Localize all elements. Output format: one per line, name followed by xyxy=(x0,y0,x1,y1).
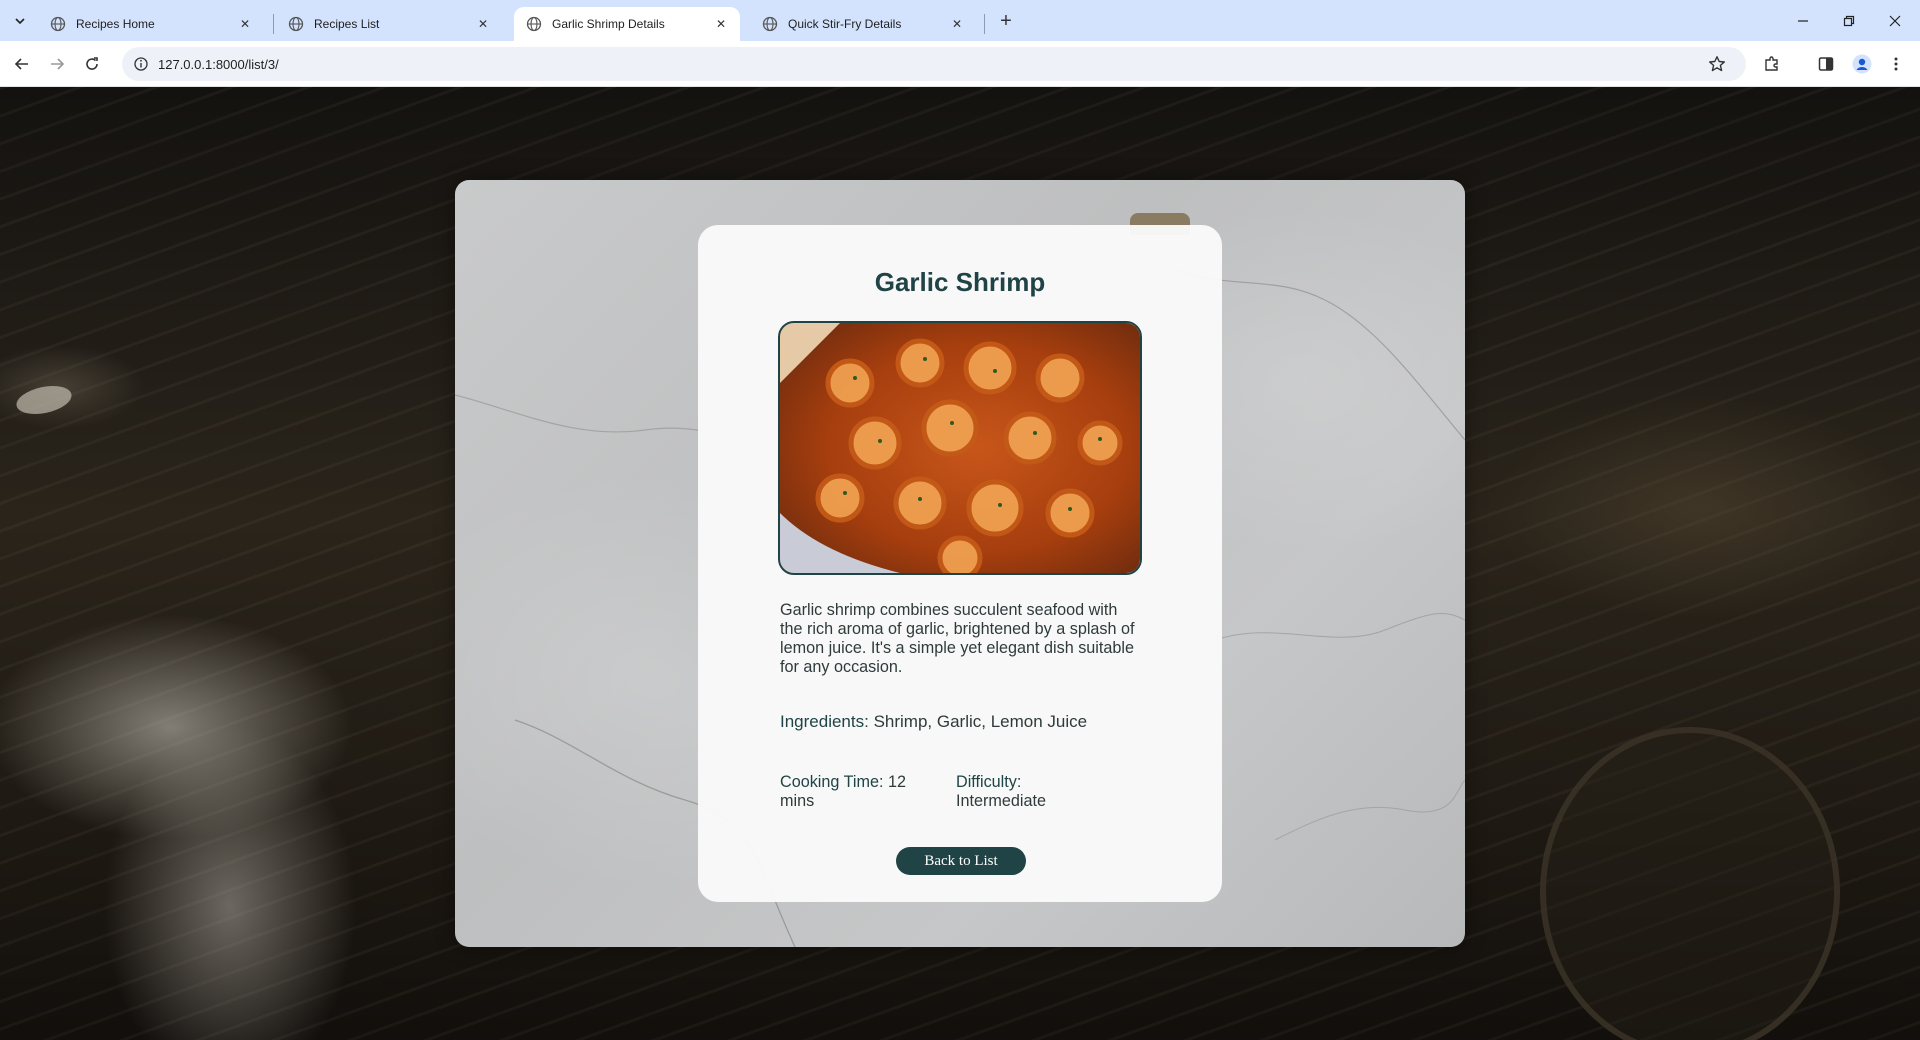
ingredients-value: Shrimp, Garlic, Lemon Juice xyxy=(873,712,1088,731)
bookmark-star-icon[interactable] xyxy=(1706,53,1728,75)
side-panel-icon xyxy=(1818,57,1834,71)
tab-title: Recipes Home xyxy=(76,17,155,31)
profile-button[interactable] xyxy=(1848,50,1876,78)
url-text: 127.0.0.1:8000/list/3/ xyxy=(158,56,279,72)
browser-toolbar: 127.0.0.1:8000/list/3/ xyxy=(0,41,1920,87)
address-bar[interactable]: 127.0.0.1:8000/list/3/ xyxy=(122,47,1746,81)
shrimp-dish-image xyxy=(780,323,1140,573)
tab-search-button[interactable] xyxy=(8,9,32,33)
globe-icon xyxy=(50,16,66,32)
close-icon[interactable]: ✕ xyxy=(712,15,730,33)
reload-button[interactable] xyxy=(78,50,106,78)
avatar-icon xyxy=(1852,54,1872,74)
back-to-list-button[interactable]: Back to List xyxy=(896,847,1026,875)
marble-panel: Garlic Shrimp Garlic shrimp combines suc… xyxy=(455,180,1465,947)
tab-recipes-home[interactable]: Recipes Home ✕ xyxy=(38,7,264,41)
tab-divider xyxy=(984,14,985,34)
close-icon[interactable]: ✕ xyxy=(474,15,492,33)
globe-icon xyxy=(526,16,542,32)
recipe-photo xyxy=(778,321,1142,575)
arrow-right-icon xyxy=(51,58,65,70)
side-panel-button[interactable] xyxy=(1812,50,1840,78)
puzzle-icon xyxy=(1765,56,1778,71)
minimize-icon xyxy=(1798,19,1808,22)
minimize-button[interactable] xyxy=(1780,0,1826,41)
globe-icon xyxy=(762,16,778,32)
chevron-down-icon xyxy=(15,18,25,25)
ingredients-label: Ingredients: xyxy=(780,712,869,731)
back-nav-button[interactable] xyxy=(8,50,36,78)
tab-garlic-shrimp-details[interactable]: Garlic Shrimp Details ✕ xyxy=(514,7,740,41)
difficulty-label: Difficulty: xyxy=(956,773,1022,791)
recipe-title: Garlic Shrimp xyxy=(874,267,1046,297)
tab-divider xyxy=(273,14,274,34)
background-pan xyxy=(1540,727,1840,1040)
background-lamp xyxy=(13,381,75,419)
difficulty-value: Intermediate xyxy=(956,792,1046,810)
page-background: Garlic Shrimp Garlic shrimp combines suc… xyxy=(0,87,1920,1040)
close-window-button[interactable] xyxy=(1872,0,1918,41)
arrow-left-icon xyxy=(14,58,28,70)
menu-button[interactable] xyxy=(1882,50,1910,78)
ingredients-row: Ingredients: Shrimp, Garlic, Lemon Juice xyxy=(780,712,1142,732)
close-icon xyxy=(1889,15,1901,26)
recipe-card: Garlic Shrimp Garlic shrimp combines suc… xyxy=(698,225,1222,902)
kebab-menu-icon xyxy=(1894,57,1898,71)
new-tab-button[interactable]: + xyxy=(994,9,1018,33)
tab-title: Recipes List xyxy=(314,17,380,31)
reload-icon xyxy=(86,57,98,70)
tab-recipes-list[interactable]: Recipes List ✕ xyxy=(276,7,502,41)
site-info-icon[interactable] xyxy=(130,53,152,75)
recipe-description: Garlic shrimp combines succulent seafood… xyxy=(780,601,1135,676)
tab-strip: Recipes Home ✕ Recipes List ✕ Garlic Shr… xyxy=(0,0,1920,41)
close-icon[interactable]: ✕ xyxy=(948,15,966,33)
cooking-time-label: Cooking Time: xyxy=(780,773,884,791)
tab-quick-stir-fry-details[interactable]: Quick Stir-Fry Details ✕ xyxy=(750,7,976,41)
restore-icon xyxy=(1843,15,1855,26)
cooking-time: Cooking Time: 12 mins xyxy=(780,773,930,811)
difficulty: Difficulty: Intermediate xyxy=(956,773,1126,811)
forward-nav-button[interactable] xyxy=(43,50,71,78)
tab-title: Garlic Shrimp Details xyxy=(552,17,665,31)
globe-icon xyxy=(288,16,304,32)
tab-title: Quick Stir-Fry Details xyxy=(788,17,902,31)
extensions-button[interactable] xyxy=(1758,50,1786,78)
restore-button[interactable] xyxy=(1826,0,1872,41)
close-icon[interactable]: ✕ xyxy=(236,15,254,33)
